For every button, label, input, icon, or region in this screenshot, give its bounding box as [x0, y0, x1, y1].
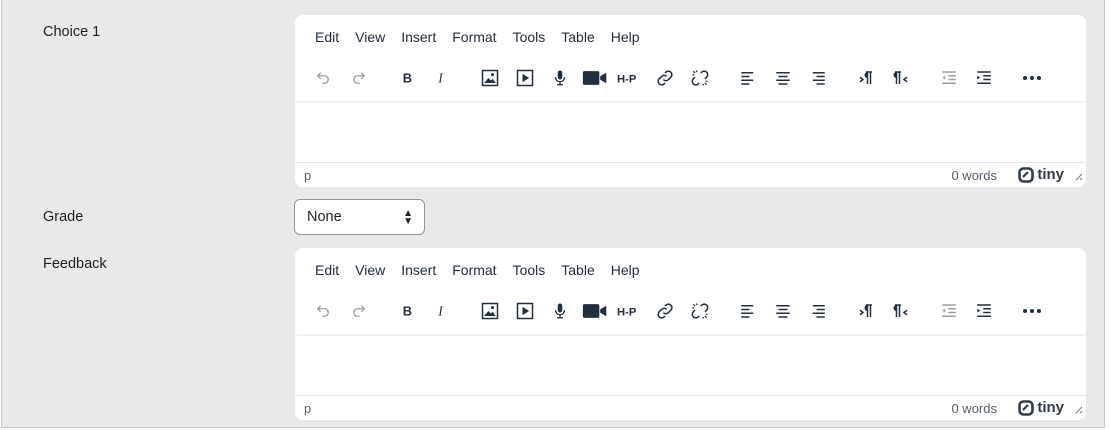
brand-label: tiny [1037, 166, 1064, 183]
feedback-label: Feedback [43, 256, 107, 272]
rtl-icon[interactable] [884, 63, 918, 93]
tiny-logo-icon [1018, 399, 1035, 416]
image-icon[interactable] [473, 296, 507, 326]
choice-label: Choice 1 [43, 24, 101, 40]
italic-icon[interactable]: I [425, 296, 459, 326]
menu-format[interactable]: Format [444, 262, 504, 278]
link-icon[interactable] [648, 296, 682, 326]
menu-view[interactable]: View [347, 262, 393, 278]
media-icon[interactable] [508, 63, 542, 93]
choice-editor: Edit View Insert Format Tools Table Help… [295, 15, 1086, 187]
align-left-icon[interactable] [731, 296, 765, 326]
align-center-icon[interactable] [766, 296, 800, 326]
image-icon[interactable] [473, 63, 507, 93]
svg-text:H-P: H-P [617, 73, 637, 85]
outdent-icon[interactable] [932, 296, 966, 326]
editor-toolbar: B I H-P [295, 63, 1086, 101]
redo-icon[interactable] [342, 296, 376, 326]
align-right-icon[interactable] [801, 296, 835, 326]
menu-view[interactable]: View [347, 29, 393, 45]
element-path[interactable]: p [304, 168, 311, 183]
svg-text:B: B [403, 304, 412, 319]
editor-content-area[interactable] [295, 336, 1086, 394]
align-right-icon[interactable] [801, 63, 835, 93]
word-count[interactable]: 0 words [951, 401, 997, 416]
menu-help[interactable]: Help [603, 29, 648, 45]
tiny-brand[interactable]: tiny [1018, 399, 1064, 416]
media-icon[interactable] [508, 296, 542, 326]
grade-label: Grade [43, 209, 84, 225]
indent-icon[interactable] [967, 63, 1001, 93]
record-audio-icon[interactable] [543, 63, 577, 93]
menu-format[interactable]: Format [444, 29, 504, 45]
svg-text:B: B [403, 71, 412, 86]
menu-table[interactable]: Table [553, 262, 602, 278]
svg-text:I: I [437, 304, 444, 319]
undo-icon[interactable] [306, 296, 340, 326]
editor-statusbar: p 0 words tiny [295, 162, 1086, 187]
unlink-icon[interactable] [683, 63, 717, 93]
word-count[interactable]: 0 words [951, 168, 997, 183]
menu-tools[interactable]: Tools [505, 29, 554, 45]
brand-label: tiny [1037, 399, 1064, 416]
record-video-icon[interactable] [578, 63, 612, 93]
grade-select[interactable]: None ▲ ▼ [294, 199, 425, 235]
svg-text:H-P: H-P [617, 306, 637, 318]
redo-icon[interactable] [342, 63, 376, 93]
resize-handle-icon[interactable] [1073, 169, 1083, 184]
unlink-icon[interactable] [683, 296, 717, 326]
indent-icon[interactable] [967, 296, 1001, 326]
rtl-icon[interactable] [884, 296, 918, 326]
element-path[interactable]: p [304, 401, 311, 416]
editor-content-area[interactable] [295, 103, 1086, 161]
editor-toolbar: B I H-P [295, 296, 1086, 334]
outdent-icon[interactable] [932, 63, 966, 93]
menu-edit[interactable]: Edit [307, 262, 347, 278]
menu-tools[interactable]: Tools [505, 262, 554, 278]
menu-edit[interactable]: Edit [307, 29, 347, 45]
menu-help[interactable]: Help [603, 262, 648, 278]
bold-icon[interactable]: B [391, 63, 425, 93]
italic-icon[interactable]: I [425, 63, 459, 93]
align-left-icon[interactable] [731, 63, 765, 93]
menu-insert[interactable]: Insert [393, 262, 444, 278]
record-video-icon[interactable] [578, 296, 612, 326]
ltr-icon[interactable] [849, 296, 883, 326]
menu-insert[interactable]: Insert [393, 29, 444, 45]
svg-text:I: I [437, 71, 444, 86]
editor-menubar: Edit View Insert Format Tools Table Help [307, 29, 648, 45]
more-icon[interactable] [1015, 296, 1049, 326]
link-icon[interactable] [648, 63, 682, 93]
form-panel: Choice 1 Edit View Insert Format Tools T… [1, 0, 1105, 428]
editor-menubar: Edit View Insert Format Tools Table Help [307, 262, 648, 278]
grade-selected-value: None [307, 209, 342, 225]
more-icon[interactable] [1015, 63, 1049, 93]
feedback-editor: Edit View Insert Format Tools Table Help… [295, 248, 1086, 420]
record-audio-icon[interactable] [543, 296, 577, 326]
tiny-logo-icon [1018, 166, 1035, 183]
select-caret-icon: ▲ ▼ [403, 208, 413, 227]
menu-table[interactable]: Table [553, 29, 602, 45]
undo-icon[interactable] [306, 63, 340, 93]
tiny-brand[interactable]: tiny [1018, 166, 1064, 183]
h5p-icon[interactable]: H-P [613, 63, 647, 93]
align-center-icon[interactable] [766, 63, 800, 93]
resize-handle-icon[interactable] [1073, 402, 1083, 417]
h5p-icon[interactable]: H-P [613, 296, 647, 326]
editor-statusbar: p 0 words tiny [295, 395, 1086, 420]
bold-icon[interactable]: B [391, 296, 425, 326]
ltr-icon[interactable] [849, 63, 883, 93]
